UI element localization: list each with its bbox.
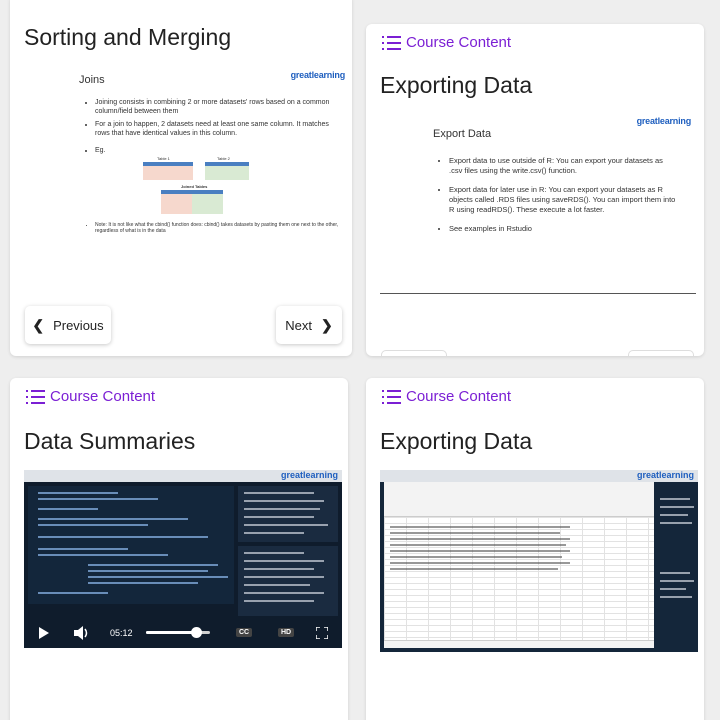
- divider: [380, 293, 696, 294]
- play-icon[interactable]: [39, 627, 49, 639]
- next-button[interactable]: Next ❯: [276, 306, 342, 344]
- progress-fill: [146, 631, 196, 634]
- video-player[interactable]: greatlearning: [380, 470, 698, 652]
- table-2: [205, 162, 249, 180]
- progress-knob[interactable]: [190, 627, 202, 638]
- list-icon: [382, 389, 401, 404]
- code-editor: [28, 486, 234, 604]
- joined-table: [161, 190, 223, 214]
- card-data-summaries: Course Content Data Summaries greatlearn…: [10, 378, 348, 720]
- table-1: [143, 162, 193, 180]
- video-time: 05:12: [110, 628, 133, 638]
- next-label: Next: [285, 317, 312, 333]
- slide-export-data: greatlearning Export Data Export data to…: [421, 112, 697, 288]
- spreadsheet-cells: [384, 517, 654, 640]
- fullscreen-icon[interactable]: [316, 627, 328, 639]
- card-title: Exporting Data: [380, 72, 533, 98]
- slide-joins: greatlearning Joins Joining consists in …: [75, 66, 351, 244]
- joined-caption: Joined Tables: [181, 184, 208, 189]
- slide-bullet: See examples in Rstudio: [449, 224, 677, 234]
- video-player[interactable]: greatlearning: [24, 470, 342, 648]
- spreadsheet-ribbon: [384, 482, 654, 517]
- course-content-link[interactable]: Course Content: [26, 388, 155, 405]
- slide-bullet: Export data for later use in R: You can …: [449, 185, 677, 215]
- slide-heading: Joins: [79, 74, 105, 86]
- hd-button[interactable]: HD: [278, 628, 295, 637]
- table-2-caption: Table 2: [217, 156, 230, 161]
- slide-bullets: Export data to use outside of R: You can…: [441, 156, 677, 238]
- files-pane: [238, 546, 338, 616]
- volume-icon[interactable]: [74, 626, 90, 640]
- card-exporting-data: Course Content Exporting Data greatlearn…: [366, 24, 704, 356]
- app-menubar: greatlearning: [380, 470, 698, 482]
- previous-label: Previous: [53, 317, 104, 333]
- card-sorting-and-merging: Sorting and Merging greatlearning Joins …: [10, 0, 352, 356]
- rstudio-menubar: greatlearning: [24, 470, 342, 482]
- course-content-label: Course Content: [50, 388, 156, 405]
- slide-heading: Export Data: [433, 128, 492, 140]
- previous-button[interactable]: ❮ Previous: [25, 306, 111, 344]
- course-content-label: Course Content: [406, 34, 512, 51]
- slide-bullet: Export data to use outside of R: You can…: [449, 156, 677, 176]
- brand-logo: greatlearning: [636, 470, 694, 480]
- list-icon: [26, 389, 45, 404]
- slide-bullets: Joining consists in combining 2 or more …: [87, 98, 339, 159]
- brand-logo: greatlearning: [280, 470, 338, 480]
- card-exporting-data-video: Course Content Exporting Data greatlearn…: [366, 378, 704, 720]
- video-controls: 05:12 CC HD: [24, 618, 342, 648]
- list-icon: [382, 35, 401, 50]
- course-grid: Sorting and Merging greatlearning Joins …: [0, 0, 720, 720]
- card-title: Data Summaries: [24, 428, 196, 454]
- card-title: Sorting and Merging: [24, 24, 232, 50]
- course-content-label: Course Content: [406, 388, 512, 405]
- slide-bullet: Eg.: [95, 146, 339, 155]
- environment-pane: [238, 486, 338, 542]
- previous-button-partial[interactable]: [381, 350, 447, 356]
- brand-logo: greatlearning: [290, 70, 346, 80]
- cc-button[interactable]: CC: [236, 628, 253, 637]
- slide-bullet: For a join to happen, 2 datasets need at…: [95, 120, 339, 138]
- slide-note: Note: It is not like what the cbind() fu…: [87, 222, 339, 238]
- sheet-tab-bar: [384, 640, 654, 648]
- course-content-link[interactable]: Course Content: [382, 388, 511, 405]
- card-title: Exporting Data: [380, 428, 533, 454]
- chevron-right-icon: ❯: [321, 316, 333, 333]
- spreadsheet-window: [384, 482, 654, 648]
- slide-bullet: Joining consists in combining 2 or more …: [95, 98, 339, 116]
- chevron-left-icon: ❮: [32, 316, 45, 333]
- course-content-link[interactable]: Course Content: [382, 34, 511, 51]
- next-button-partial[interactable]: [628, 350, 694, 356]
- slide-bullet: Note: It is not like what the cbind() fu…: [95, 222, 339, 234]
- brand-logo: greatlearning: [636, 116, 692, 126]
- rstudio-side-pane: [656, 482, 698, 648]
- table-1-caption: Table 1: [157, 156, 170, 161]
